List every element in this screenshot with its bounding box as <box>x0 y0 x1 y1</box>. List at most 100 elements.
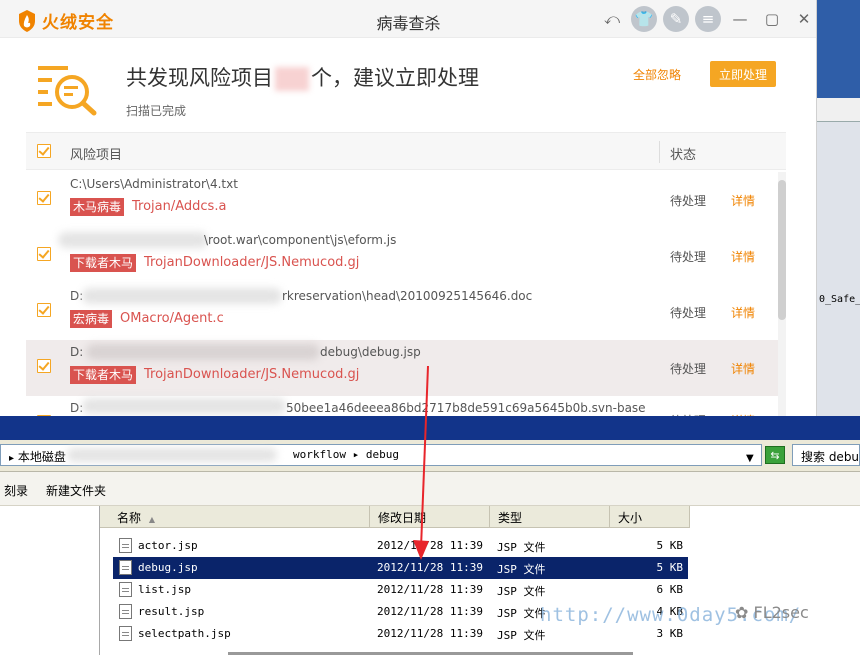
shirt-icon[interactable]: 👕 <box>631 6 657 32</box>
maximize-icon[interactable]: ▢ <box>759 6 785 32</box>
threat-status: 待处理 <box>670 250 707 264</box>
minimize-icon[interactable]: — <box>727 6 753 32</box>
row-checkbox[interactable] <box>37 303 51 317</box>
jsp-file-icon <box>119 604 132 619</box>
background-titlebar <box>817 0 860 98</box>
threat-path: C:\Users\Administrator\4.txt <box>70 177 238 191</box>
threat-path: debug\debug.jsp <box>320 345 421 359</box>
threat-tag: 宏病毒 <box>70 310 113 328</box>
redacted-path <box>58 232 208 248</box>
col-size-header[interactable]: 大小 <box>610 506 690 528</box>
scrollbar-thumb[interactable] <box>778 180 786 320</box>
burn-button[interactable]: 刻录 <box>4 482 28 499</box>
file-name: debug.jsp <box>138 561 198 574</box>
ignore-all-link[interactable]: 全部忽略 <box>633 66 681 83</box>
detail-link[interactable]: 详情 <box>731 304 755 321</box>
nav-arrow-icon: ▸ <box>9 453 15 464</box>
file-size: 5 KB <box>656 539 684 552</box>
file-row[interactable]: list.jsp 2012/11/28 11:39 JSP 文件 6 KB <box>113 579 688 601</box>
file-type: JSP 文件 <box>497 563 546 576</box>
redacted-path <box>86 344 320 360</box>
col-risk-item: 风险项目 <box>70 148 123 163</box>
jsp-file-icon <box>119 582 132 597</box>
address-drive-label: 本地磁盘 <box>17 450 66 464</box>
search-box[interactable]: 搜索 debu <box>792 444 860 466</box>
back-icon[interactable]: ⤺ <box>599 6 625 32</box>
threat-path: rkreservation\head\20100925145646.doc <box>282 289 533 303</box>
new-folder-button[interactable]: 新建文件夹 <box>46 482 106 499</box>
file-row-selected[interactable]: debug.jsp 2012/11/28 11:39 JSP 文件 5 KB <box>113 557 688 579</box>
antivirus-window: 火绒安全 病毒查杀 ⤺ 👕 ✎ ≡ — ▢ ✕ 共发现风险项目 个，建议立即处理… <box>0 0 817 420</box>
col-name-header[interactable]: 名称 ▲ <box>100 506 370 528</box>
redacted-path <box>82 288 282 304</box>
threat-row[interactable]: C:\Users\Administrator\4.txt 木马病毒 Trojan… <box>26 172 778 228</box>
dropdown-icon[interactable]: ▼ <box>746 453 754 464</box>
file-date: 2012/11/28 11:39 <box>377 561 483 574</box>
address-drive: ▸ 本地磁盘 <box>9 448 66 465</box>
detail-link[interactable]: 详情 <box>731 192 755 209</box>
close-icon[interactable]: ✕ <box>791 6 816 32</box>
row-checkbox[interactable] <box>37 247 51 261</box>
scan-headline: 共发现风险项目 个，建议立即处理 <box>126 62 479 92</box>
col-type-header[interactable]: 类型 <box>490 506 610 528</box>
jsp-file-icon <box>119 538 132 553</box>
file-type: JSP 文件 <box>497 585 546 598</box>
fix-now-button[interactable]: 立即处理 <box>710 61 776 87</box>
threat-path: 50bee1a46deeea86bd2717b8de591c69a5645b0b… <box>286 401 646 415</box>
threat-name: TrojanDownloader/JS.Nemucod.gj <box>144 255 360 270</box>
threat-tag: 下载者木马 <box>70 366 137 384</box>
tool-icon[interactable]: ✎ <box>663 6 689 32</box>
menu-icon[interactable]: ≡ <box>695 6 721 32</box>
redacted-path <box>67 448 277 462</box>
titlebar: 火绒安全 病毒查杀 ⤺ 👕 ✎ ≡ — ▢ ✕ <box>0 0 816 38</box>
redacted-count <box>275 67 309 91</box>
threat-name: TrojanDownloader/JS.Nemucod.gj <box>144 367 360 382</box>
background-text: 0_Safe_M <box>819 294 860 305</box>
file-row[interactable]: selectpath.jsp 2012/11/28 11:39 JSP 文件 3… <box>113 623 688 645</box>
detail-link[interactable]: 详情 <box>731 248 755 265</box>
file-type: JSP 文件 <box>497 629 546 642</box>
file-date: 2012/11/28 11:39 <box>377 583 483 596</box>
file-date: 2012/11/28 11:39 <box>377 539 483 552</box>
redacted-path <box>82 398 286 414</box>
file-type: JSP 文件 <box>497 541 546 554</box>
row-checkbox[interactable] <box>37 191 51 205</box>
go-arrow-icon[interactable]: ⇆ <box>765 446 785 464</box>
file-row[interactable]: actor.jsp 2012/11/28 11:39 JSP 文件 5 KB <box>113 535 688 557</box>
file-date: 2012/11/28 11:39 <box>377 627 483 640</box>
scan-status: 扫描已完成 <box>126 104 187 118</box>
file-size: 6 KB <box>656 583 684 596</box>
address-bar[interactable]: ▸ 本地磁盘 workflow ▸ debug ▼ <box>0 444 762 466</box>
file-size: 5 KB <box>656 561 684 574</box>
column-divider <box>659 141 660 163</box>
search-label: 搜索 debu <box>801 450 860 464</box>
threat-status: 待处理 <box>670 306 707 320</box>
table-header: 风险项目 状态 <box>26 132 786 170</box>
explorer-toolbar: 刻录 新建文件夹 <box>0 472 860 506</box>
col-date-header[interactable]: 修改日期 <box>370 506 490 528</box>
address-path: workflow ▸ debug <box>293 448 399 461</box>
sort-asc-icon: ▲ <box>148 515 155 524</box>
threat-row[interactable]: \root.war\component\js\eform.js 下载者木马 Tr… <box>26 228 778 284</box>
threat-name: OMacro/Agent.c <box>120 311 224 326</box>
threat-row[interactable]: D: rkreservation\head\20100925145646.doc… <box>26 284 778 340</box>
headline-prefix: 共发现风险项目 <box>126 66 273 90</box>
col-name-label: 名称 <box>117 511 142 525</box>
threat-status: 待处理 <box>670 194 707 208</box>
watermark-brand-label: FL2sec <box>753 603 809 622</box>
detail-link[interactable]: 详情 <box>731 360 755 377</box>
file-size: 3 KB <box>656 627 684 640</box>
threat-tag: 下载者木马 <box>70 254 137 272</box>
file-list: 名称 ▲ 修改日期 类型 大小 actor.jsp 2012/11/28 11:… <box>100 506 860 655</box>
threat-name: Trojan/Addcs.a <box>132 199 227 214</box>
file-name: list.jsp <box>138 583 191 596</box>
threat-row-selected[interactable]: D: debug\debug.jsp 下载者木马 TrojanDownloade… <box>26 340 778 396</box>
threat-tag: 木马病毒 <box>70 198 125 216</box>
scan-result-icon <box>38 66 97 116</box>
wechat-icon: ✿ <box>735 603 749 622</box>
address-row: ▸ 本地磁盘 workflow ▸ debug ▼ ⇆ 搜索 debu <box>0 440 860 472</box>
file-name: result.jsp <box>138 605 205 618</box>
select-all-checkbox[interactable] <box>37 144 51 158</box>
row-checkbox[interactable] <box>37 359 51 373</box>
explorer-titlebar <box>0 416 860 440</box>
